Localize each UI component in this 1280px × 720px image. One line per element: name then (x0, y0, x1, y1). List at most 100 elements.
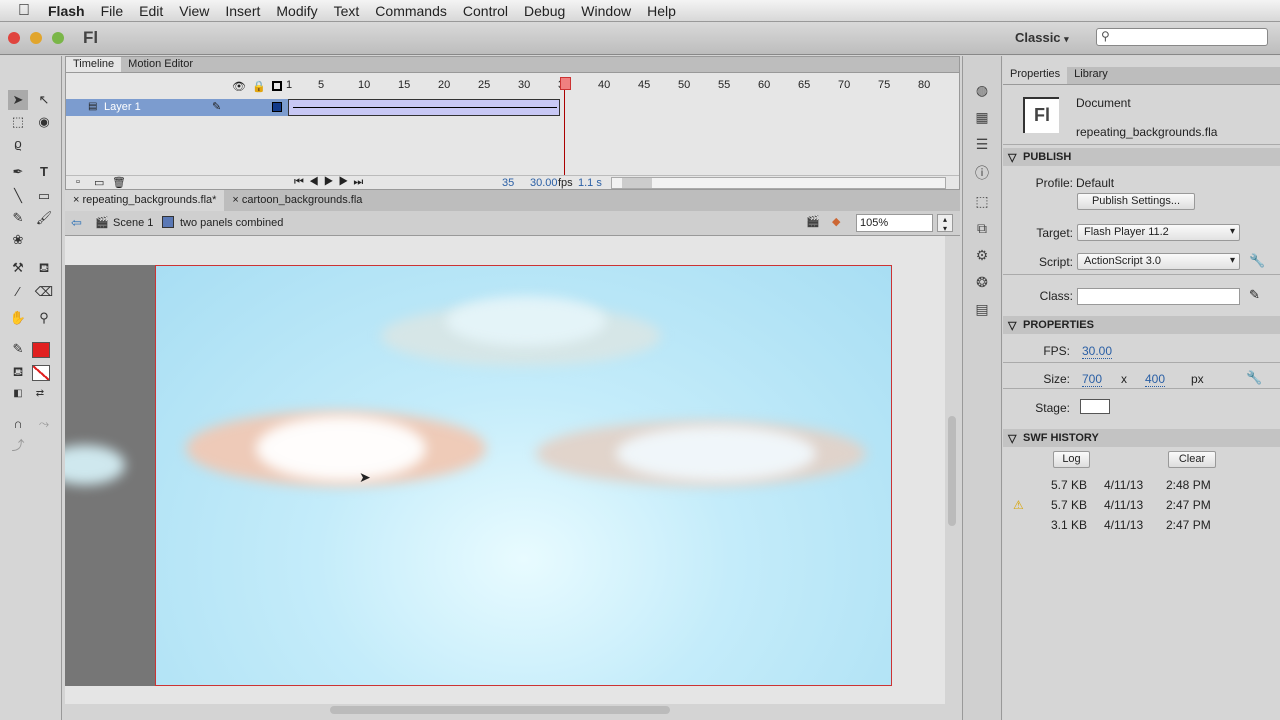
horizontal-scrollbar[interactable] (330, 706, 670, 714)
line-tool-icon[interactable]: ╲ (8, 186, 28, 206)
target-select[interactable]: Flash Player 11.2 (1077, 224, 1240, 241)
components-icon[interactable]: ⚙ (976, 247, 989, 264)
black-white-icon[interactable]: ◧ (8, 384, 28, 404)
fps-value[interactable]: 30.00 (1082, 344, 1113, 359)
workspace-switcher[interactable]: Classic ▾ (1015, 30, 1069, 45)
layer-row[interactable]: ▤ Layer 1 ✎ (66, 99, 288, 116)
edit-class-pencil-icon[interactable]: ✎ (1249, 287, 1260, 303)
symbol-breadcrumb[interactable]: two panels combined (180, 217, 283, 229)
scene-breadcrumb[interactable]: Scene 1 (113, 217, 153, 229)
tab-timeline[interactable]: Timeline (66, 57, 122, 72)
swap-colors-icon[interactable]: ⇄ (30, 384, 50, 404)
doc-tab-cartoon[interactable]: × cartoon_backgrounds.fla (224, 190, 370, 211)
stroke-color-swatch[interactable] (32, 342, 50, 358)
frame-ruler[interactable]: 15101520253035404550556065707580 (286, 77, 930, 93)
apple-icon[interactable]:  (0, 2, 40, 20)
menu-view[interactable]: View (171, 3, 217, 19)
tab-properties[interactable]: Properties (1003, 67, 1068, 84)
project-icon[interactable]: ▤ (975, 301, 988, 318)
log-button[interactable]: Log (1053, 451, 1090, 468)
menu-text[interactable]: Text (326, 3, 368, 19)
layer-outline-color[interactable] (272, 102, 282, 112)
stage-color-swatch[interactable] (1080, 399, 1110, 414)
publish-section-header[interactable]: ▽ PUBLISH (1003, 148, 1280, 166)
deco-tool-icon[interactable]: ❀ (8, 230, 28, 250)
eraser-tool-icon[interactable]: ⌫ (34, 282, 54, 302)
zoom-tool-icon[interactable]: ⚲ (34, 308, 54, 328)
delete-layer-icon[interactable]: 🗑 (112, 176, 126, 189)
hand-tool-icon[interactable]: ✋ (8, 308, 28, 328)
playback-controls[interactable]: ⏮◀▶▶⏭ (294, 176, 368, 189)
menu-help[interactable]: Help (639, 3, 684, 19)
pen-tool-icon[interactable]: ✒ (8, 162, 28, 182)
search-input[interactable]: ⚲ (1096, 28, 1268, 46)
back-arrow-icon[interactable]: ⇦ (71, 215, 82, 231)
menu-window[interactable]: Window (573, 3, 639, 19)
edit-scene-icon[interactable]: 🎬 (806, 215, 820, 228)
height-value[interactable]: 400 (1145, 372, 1166, 387)
snap-magnet-icon[interactable]: ∩ (8, 414, 28, 434)
free-transform-tool-icon[interactable]: ⬚ (8, 112, 28, 132)
selection-tool-icon[interactable]: ➤ (8, 90, 28, 110)
straighten-icon[interactable]: ⤴ (8, 436, 28, 456)
minimize-button[interactable] (30, 32, 42, 44)
transform-icon[interactable]: ⬚ (975, 193, 988, 210)
actions-icon[interactable]: ⧉ (977, 220, 987, 237)
text-tool-icon[interactable]: T (34, 162, 54, 182)
width-value[interactable]: 700 (1082, 372, 1103, 387)
menu-insert[interactable]: Insert (217, 3, 268, 19)
stroke-color-icon[interactable]: ✎ (8, 339, 28, 359)
tab-motion-editor[interactable]: Motion Editor (121, 57, 200, 72)
lasso-tool-icon[interactable]: ϱ (8, 134, 28, 154)
menu-file[interactable]: File (93, 3, 132, 19)
swatches-icon[interactable]: ▦ (975, 109, 988, 126)
motion-presets-icon[interactable]: ❂ (976, 274, 988, 291)
brush-tool-icon[interactable]: 🖌 (34, 208, 54, 228)
menu-debug[interactable]: Debug (516, 3, 573, 19)
tab-library[interactable]: Library (1067, 67, 1115, 84)
eyedropper-tool-icon[interactable]: ⁄ (8, 282, 28, 302)
pencil-tool-icon[interactable]: ✎ (8, 208, 28, 228)
doc-tab-repeating[interactable]: × repeating_backgrounds.fla* (65, 190, 225, 211)
rectangle-tool-icon[interactable]: ▭ (34, 186, 54, 206)
eye-icon[interactable]: 👁 (232, 80, 246, 93)
properties-section-header[interactable]: ▽ PROPERTIES (1003, 316, 1280, 334)
smooth-icon[interactable]: ⤳ (34, 414, 54, 434)
size-wrench-icon[interactable]: 🔧 (1246, 370, 1262, 386)
subselection-tool-icon[interactable]: ↖ (34, 90, 54, 110)
playhead[interactable] (560, 77, 571, 90)
motion-tween-span[interactable] (288, 99, 560, 116)
zoom-stepper[interactable]: ▴ ▾ (937, 214, 953, 233)
script-select[interactable]: ActionScript 3.0 (1077, 253, 1240, 270)
lock-icon[interactable]: 🔒 (252, 80, 266, 93)
edit-symbols-icon[interactable]: ◆ (832, 215, 840, 228)
stage[interactable]: ➤ (155, 265, 892, 686)
menu-modify[interactable]: Modify (268, 3, 325, 19)
publish-settings-button[interactable]: Publish Settings... (1077, 193, 1195, 210)
zoom-input[interactable]: 105% (856, 214, 933, 232)
fill-color-swatch[interactable] (32, 365, 50, 381)
class-input[interactable] (1077, 288, 1240, 305)
current-frame[interactable]: 35 (502, 177, 514, 189)
paint-bucket-tool-icon[interactable]: ⛾ (34, 258, 54, 278)
timeline-scrollbar[interactable] (611, 177, 946, 189)
zoom-button[interactable] (52, 32, 64, 44)
menu-app[interactable]: Flash (40, 3, 93, 19)
new-folder-icon[interactable]: ▭ (94, 176, 104, 189)
menu-commands[interactable]: Commands (367, 3, 455, 19)
color-panel-icon[interactable]: ◍ (976, 82, 988, 99)
wrench-icon[interactable]: 🔧 (1249, 253, 1265, 269)
menu-control[interactable]: Control (455, 3, 516, 19)
menu-edit[interactable]: Edit (131, 3, 171, 19)
clear-button[interactable]: Clear (1168, 451, 1216, 468)
fill-color-icon[interactable]: ⛾ (8, 362, 28, 382)
close-button[interactable] (8, 32, 20, 44)
swf-history-section-header[interactable]: ▽ SWF HISTORY (1003, 429, 1280, 447)
bone-tool-icon[interactable]: ⚒ (8, 258, 28, 278)
new-layer-icon[interactable]: ▫ (76, 176, 80, 188)
align-icon[interactable]: ☰ (976, 136, 989, 153)
3d-rotation-tool-icon[interactable]: ◉ (34, 112, 54, 132)
outline-icon[interactable] (272, 81, 282, 91)
vertical-scrollbar[interactable] (948, 416, 956, 526)
info-icon[interactable]: ⓘ (975, 163, 989, 183)
